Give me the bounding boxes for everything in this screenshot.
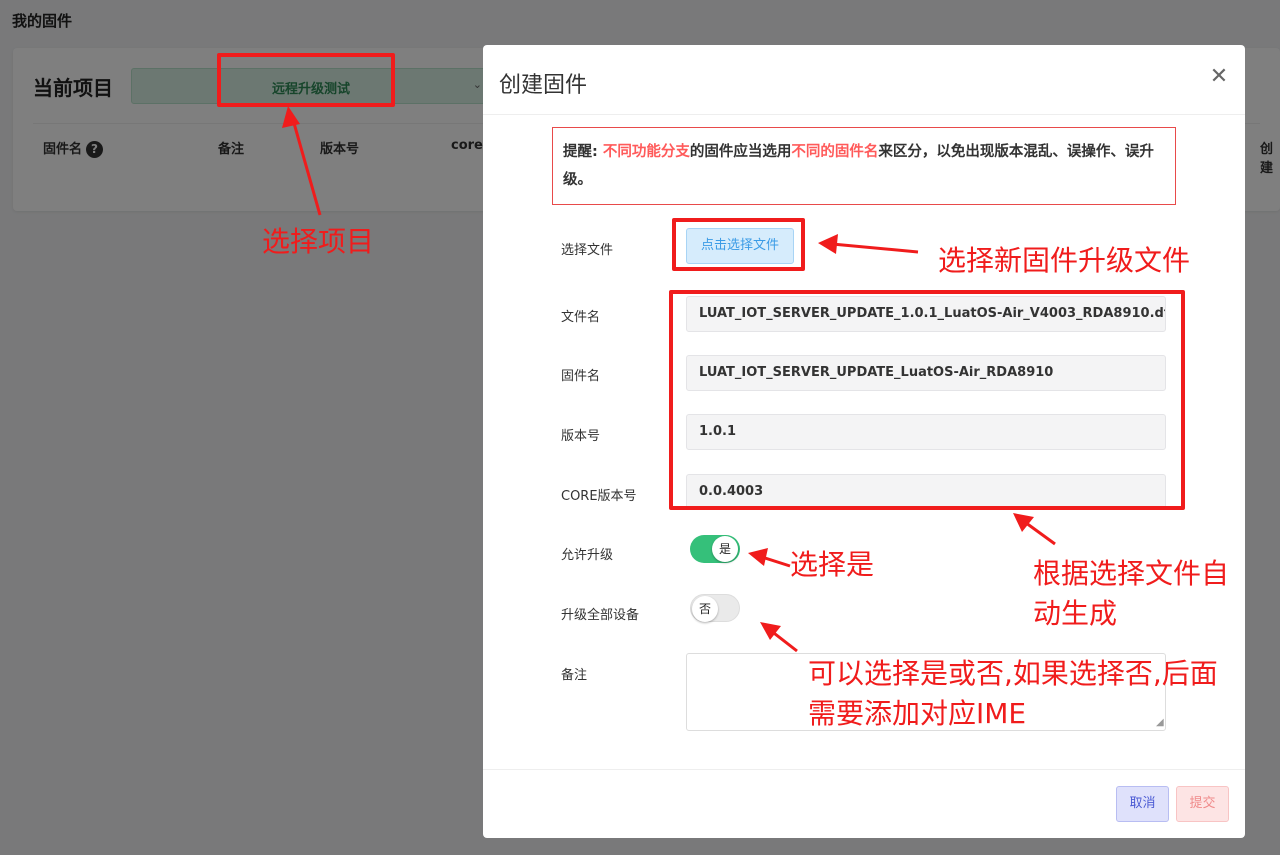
annotation-auto-generate-line2: 动生成 [1033,597,1118,630]
annotation-select-yes: 选择是 [790,548,875,581]
annotation-select-file: 选择新固件升级文件 [938,244,1191,277]
annotation-yes-or-no-line1: 可以选择是或否,如果选择否,后面 [808,657,1218,690]
annotation-yes-or-no-line2: 需要添加对应IME [808,697,1027,730]
annotation-auto-generate-line1: 根据选择文件自 [1033,557,1230,590]
annotation-arrows [282,106,1056,653]
annotation-select-project: 选择项目 [262,225,375,258]
